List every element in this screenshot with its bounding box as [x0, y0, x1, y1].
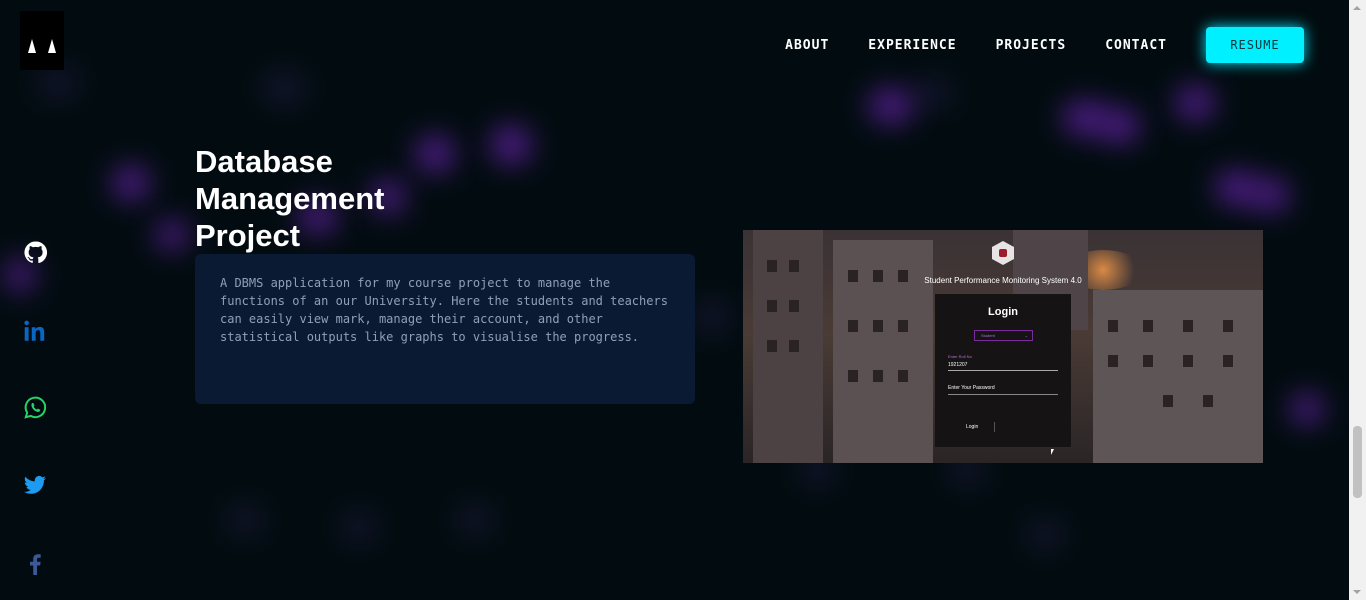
mouse-cursor-icon [1051, 449, 1054, 455]
page-scrollbar[interactable] [1349, 0, 1366, 600]
twitter-icon[interactable] [22, 472, 48, 498]
screenshot-login-box: Login Student ⌄ Enter Roll No 1921207 Ent… [935, 294, 1071, 447]
nav-contact-link[interactable]: CONTACT [1105, 38, 1167, 53]
nav-projects-link[interactable]: PROJECTS [996, 38, 1067, 53]
github-icon[interactable] [22, 239, 48, 265]
screenshot-role-select: Student ⌄ [974, 330, 1033, 341]
linkedin-icon[interactable] [22, 318, 48, 344]
project-title: Database Management Project [195, 144, 385, 253]
screenshot-login-heading: Login [988, 306, 1018, 318]
screenshot-roll-value: 1921207 [948, 362, 1058, 371]
nav-about-link[interactable]: ABOUT [785, 38, 829, 53]
screenshot-password-field: Enter Your Password [948, 385, 1058, 395]
project-description: A DBMS application for my course project… [220, 276, 668, 344]
screenshot-app-title: Student Performance Monitoring System 4.… [924, 276, 1082, 285]
main-nav: ABOUT EXPERIENCE PROJECTS CONTACT RESUME [746, 27, 1304, 63]
whatsapp-icon[interactable] [22, 395, 48, 421]
project-description-card: A DBMS application for my course project… [195, 254, 695, 404]
chevron-down-icon: ⌄ [1024, 333, 1028, 338]
resume-button[interactable]: RESUME [1206, 27, 1304, 63]
screenshot-login-button: Login [966, 424, 979, 430]
nav-experience-link[interactable]: EXPERIENCE [868, 38, 956, 53]
university-crest-icon [992, 241, 1014, 265]
project-screenshot[interactable]: Student Performance Monitoring System 4.… [743, 230, 1263, 463]
screenshot-roll-label: Enter Roll No [948, 354, 972, 359]
scroll-down-icon[interactable] [1353, 590, 1361, 594]
scroll-up-icon[interactable] [1353, 6, 1361, 10]
scrollbar-thumb[interactable] [1353, 426, 1362, 498]
facebook-icon[interactable] [22, 551, 48, 577]
cat-logo-icon[interactable] [20, 11, 64, 70]
